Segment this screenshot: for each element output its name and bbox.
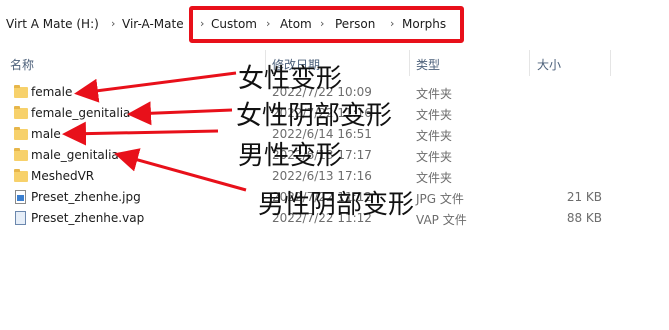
annotation-male: 男性变形	[238, 141, 343, 171]
arrow-female	[74, 71, 237, 103]
annotation-female-genitalia: 女性阴部变形	[236, 101, 393, 131]
arrow-female-genitalia	[127, 101, 233, 126]
arrow-male	[62, 121, 219, 146]
annotation-male-genitalia: 男性阴部变形	[258, 190, 415, 220]
annotation-female: 女性变形	[238, 64, 343, 94]
arrow-male-genitalia	[114, 148, 247, 192]
